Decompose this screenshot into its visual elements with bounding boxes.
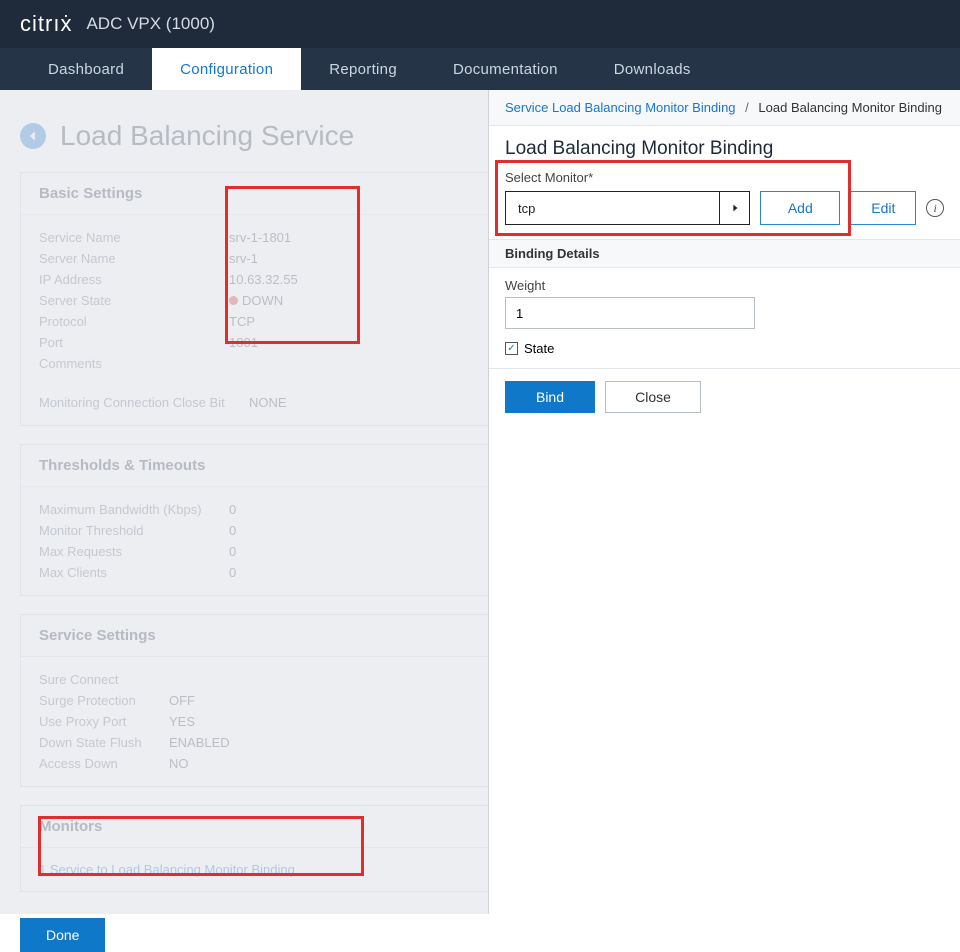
binding-details-heading: Binding Details xyxy=(489,239,960,268)
brand-product: ADC VPX (1000) xyxy=(86,14,215,34)
tab-documentation[interactable]: Documentation xyxy=(425,48,586,90)
select-monitor-label: Select Monitor* xyxy=(489,170,960,191)
nav-tabs: Dashboard Configuration Reporting Docume… xyxy=(0,48,960,90)
weight-label: Weight xyxy=(505,278,944,293)
brand-logo: citrıẋ xyxy=(20,11,72,37)
edit-button[interactable]: Edit xyxy=(850,191,916,225)
done-button[interactable]: Done xyxy=(20,918,105,952)
panel-title: Load Balancing Monitor Binding xyxy=(489,126,960,170)
slideover-panel: Service Load Balancing Monitor Binding /… xyxy=(488,90,960,914)
tab-reporting[interactable]: Reporting xyxy=(301,48,425,90)
select-monitor-dropdown[interactable]: tcp xyxy=(505,191,750,225)
brand-bar: citrıẋ ADC VPX (1000) xyxy=(0,0,960,48)
tab-dashboard[interactable]: Dashboard xyxy=(20,48,152,90)
breadcrumb-link[interactable]: Service Load Balancing Monitor Binding xyxy=(505,100,736,115)
state-checkbox-label: State xyxy=(524,341,554,356)
tab-configuration[interactable]: Configuration xyxy=(152,48,301,90)
chevron-right-icon[interactable] xyxy=(719,192,749,224)
close-button[interactable]: Close xyxy=(605,381,701,413)
tab-downloads[interactable]: Downloads xyxy=(586,48,719,90)
select-monitor-value: tcp xyxy=(506,201,719,216)
bind-button[interactable]: Bind xyxy=(505,381,595,413)
info-icon[interactable]: i xyxy=(926,199,944,217)
weight-input[interactable] xyxy=(505,297,755,329)
add-button[interactable]: Add xyxy=(760,191,840,225)
breadcrumb-separator: / xyxy=(745,100,749,115)
state-checkbox[interactable]: ✓ xyxy=(505,342,518,355)
breadcrumb-current: Load Balancing Monitor Binding xyxy=(758,100,942,115)
breadcrumb: Service Load Balancing Monitor Binding /… xyxy=(489,90,960,126)
